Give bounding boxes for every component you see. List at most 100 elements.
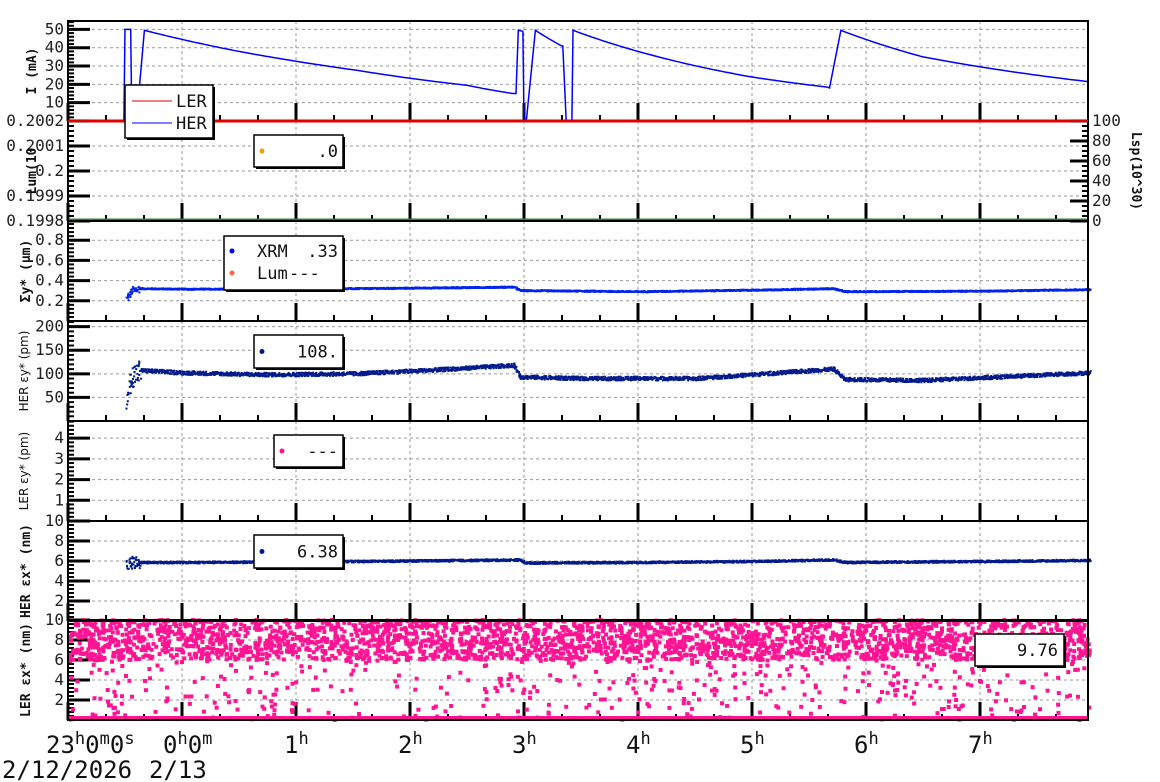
- data-point: [584, 379, 587, 382]
- data-point: [1057, 289, 1060, 292]
- data-point: [312, 373, 315, 376]
- data-point: [623, 378, 625, 381]
- data-point: [559, 378, 562, 381]
- y-axis-label: Lum(10: [25, 147, 40, 194]
- data-point: [657, 379, 660, 382]
- data-point: [374, 372, 377, 375]
- data-point: [375, 370, 378, 372]
- data-point: [462, 366, 465, 369]
- data-point: [612, 290, 614, 293]
- data-point: [303, 375, 306, 378]
- data-point: [296, 375, 299, 378]
- data-point: [135, 364, 138, 367]
- y-tick-label: 30: [45, 56, 64, 75]
- data-point: [342, 371, 345, 374]
- y2-axis-label: Lsp(10^30): [1128, 132, 1143, 210]
- data-point: [129, 295, 132, 298]
- data-point: [452, 368, 455, 371]
- data-point: [251, 374, 253, 377]
- data-point: [415, 368, 418, 371]
- data-point: [694, 376, 697, 379]
- data-point: [205, 370, 208, 373]
- data-point: [616, 379, 619, 382]
- data-point: [127, 299, 130, 302]
- data-point: [131, 382, 134, 385]
- data-point: [721, 375, 724, 378]
- data-point: [692, 379, 695, 382]
- data-point: [513, 286, 516, 289]
- data-point: [266, 372, 268, 375]
- data-point: [472, 286, 475, 289]
- data-point: [579, 379, 582, 382]
- data-point: [370, 372, 373, 375]
- y-tick-label: 0.8: [35, 230, 64, 249]
- data-point: [844, 290, 847, 293]
- data-point: [132, 377, 134, 380]
- data-point: [754, 374, 757, 377]
- data-point: [134, 380, 136, 383]
- data-point: [176, 373, 178, 376]
- data-point: [545, 375, 548, 378]
- data-point: [439, 369, 442, 372]
- data-point: [167, 371, 169, 374]
- panel-her_eps_y: 20015010050HER εy* (pm): [17, 317, 1092, 422]
- data-point: [401, 287, 404, 290]
- y-tick-label: 0.2: [35, 291, 64, 310]
- y-tick-label: 40: [45, 38, 64, 57]
- data-point: [513, 362, 516, 365]
- data-point: [933, 290, 936, 293]
- data-point: [515, 365, 518, 368]
- data-point: [393, 372, 395, 375]
- data-point: [573, 375, 576, 378]
- data-point: [739, 375, 742, 377]
- data-point: [134, 365, 136, 368]
- y-tick-label: 50: [45, 19, 64, 38]
- data-point: [1021, 289, 1024, 292]
- data-point: [127, 294, 130, 297]
- data-point: [447, 366, 450, 369]
- data-point: [697, 379, 700, 382]
- data-point: [906, 290, 909, 293]
- data-point: [126, 400, 129, 403]
- beam-monitor-chart: 1020304050I (mA)0.20020.20010.20.19990.1…: [2, 19, 1143, 782]
- data-point: [136, 289, 139, 291]
- data-point: [135, 368, 138, 371]
- y-axis-label: Σy* (μm): [19, 240, 34, 303]
- data-point: [133, 375, 136, 378]
- y-tick-label: 0.4: [35, 271, 64, 290]
- data-point: [138, 374, 141, 376]
- y-tick-label: 100: [35, 364, 64, 383]
- data-point: [138, 360, 141, 363]
- data-point: [460, 287, 463, 290]
- data-point: [127, 393, 130, 396]
- data-point: [365, 373, 368, 376]
- y-tick-label: 0.2002: [6, 111, 64, 130]
- data-point: [138, 291, 141, 294]
- y2-tick-label: 40: [1092, 171, 1111, 190]
- data-point: [492, 367, 495, 370]
- data-point: [363, 374, 366, 377]
- data-point: [330, 371, 333, 374]
- data-point: [133, 371, 136, 373]
- data-point: [137, 379, 140, 382]
- data-point: [720, 377, 723, 380]
- y2-tick-label: 60: [1092, 151, 1111, 170]
- data-point: [131, 290, 134, 293]
- data-point: [617, 375, 620, 378]
- data-point: [603, 377, 605, 380]
- y-tick-label: 150: [35, 340, 64, 359]
- data-point: [546, 378, 549, 380]
- data-point: [654, 379, 657, 382]
- data-point: [478, 367, 480, 370]
- data-point: [589, 290, 592, 293]
- data-point: [126, 403, 129, 406]
- y-tick-label: 200: [35, 317, 64, 336]
- data-point: [129, 373, 132, 376]
- data-point: [601, 375, 604, 378]
- data-point: [939, 290, 942, 293]
- data-point: [173, 369, 176, 372]
- data-point: [737, 375, 740, 378]
- y-tick-label: 20: [45, 74, 64, 93]
- data-point: [627, 375, 629, 378]
- data-point: [800, 288, 803, 291]
